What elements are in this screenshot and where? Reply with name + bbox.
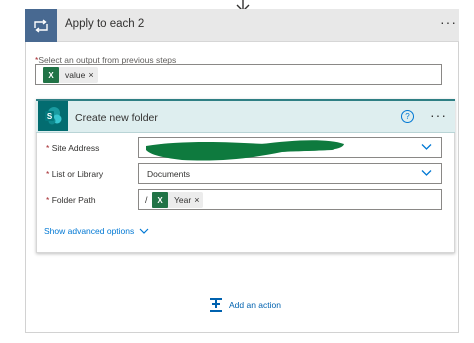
chevron-down-icon [139, 228, 149, 234]
sharepoint-icon: S [38, 101, 68, 131]
add-action-label: Add an action [229, 300, 281, 310]
help-icon[interactable]: ? [401, 110, 414, 123]
list-library-label-text: List or Library [51, 169, 104, 179]
chevron-down-icon[interactable] [421, 143, 432, 151]
show-advanced-label: Show advanced options [44, 226, 135, 236]
excel-icon: X [43, 67, 59, 83]
more-options-icon[interactable]: ··· [440, 14, 457, 30]
token-remove-icon[interactable]: × [88, 70, 97, 80]
year-token[interactable]: X Year × [152, 192, 204, 208]
more-options-icon[interactable]: ··· [430, 107, 447, 123]
folder-path-label-text: Folder Path [51, 195, 96, 205]
loop-icon [25, 9, 57, 42]
token-remove-icon[interactable]: × [194, 195, 203, 205]
folder-path-label: * Folder Path [46, 195, 96, 205]
add-action-icon [210, 298, 222, 312]
show-advanced-options-link[interactable]: Show advanced options [44, 226, 149, 236]
chevron-down-icon[interactable] [421, 169, 432, 177]
svg-text:S: S [47, 112, 53, 121]
redaction-scribble [146, 140, 344, 161]
required-marker: * [46, 143, 50, 153]
token-label: Year [174, 195, 192, 205]
token-label: value [65, 70, 86, 80]
list-library-value: Documents [147, 169, 190, 179]
list-library-label: * List or Library [46, 169, 103, 179]
required-marker: * [46, 195, 50, 205]
add-action-button[interactable]: Add an action [209, 297, 281, 313]
excel-icon: X [152, 192, 168, 208]
site-address-label: * Site Address [46, 143, 99, 153]
apply-to-each-title: Apply to each 2 [65, 18, 145, 30]
site-address-label-text: Site Address [51, 143, 100, 153]
list-library-select[interactable]: Documents [138, 163, 442, 184]
required-marker: * [46, 169, 50, 179]
folder-path-prefix: / [145, 195, 148, 205]
action-title: Create new folder [75, 112, 158, 124]
value-token[interactable]: X value × [43, 67, 98, 83]
